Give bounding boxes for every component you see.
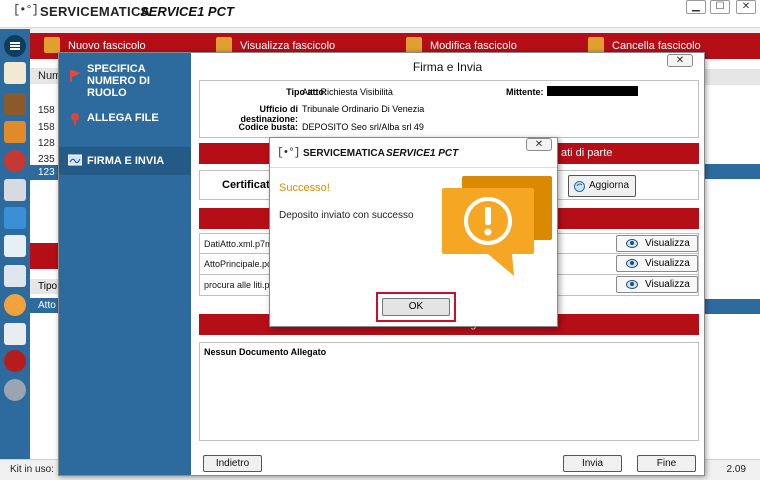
- step-firma-invia[interactable]: FIRMA E INVIA: [59, 147, 191, 175]
- list-item[interactable]: 158: [38, 122, 55, 133]
- view-folder-icon: [216, 37, 232, 53]
- user-icon[interactable]: [4, 150, 26, 172]
- popup-close-button[interactable]: ✕: [526, 138, 552, 151]
- alert-icon[interactable]: [4, 323, 26, 345]
- popup-product-name: SERVICE1 PCT: [386, 148, 459, 159]
- new-file-button[interactable]: Nuovo fascicolo: [68, 40, 146, 52]
- invia-button[interactable]: Invia: [563, 455, 622, 472]
- ufficio-label: Ufficio di destinazione:: [240, 104, 298, 124]
- record-icon[interactable]: [4, 350, 26, 372]
- gear-icon[interactable]: [4, 379, 26, 401]
- file-name: procura alle liti.p: [204, 280, 270, 290]
- version-label: 2.09: [726, 464, 746, 475]
- file-name: AttoPrincipale.pc: [204, 259, 272, 269]
- step-allega-file[interactable]: ALLEGA FILE: [59, 109, 191, 131]
- view-file-button[interactable]: Visualizza fascicolo: [240, 40, 335, 52]
- flag-icon: [70, 70, 81, 82]
- calculator-icon[interactable]: [4, 265, 26, 287]
- document-search-icon[interactable]: [4, 235, 26, 257]
- visualizza-button[interactable]: Visualizza: [616, 276, 698, 293]
- briefcase-icon[interactable]: [4, 121, 26, 143]
- delete-folder-icon: [588, 37, 604, 53]
- popup-header: [•°] SERVICEMATICA SERVICE1 PCT: [270, 138, 557, 168]
- eye-icon: [626, 239, 638, 248]
- pin-icon: [71, 113, 79, 125]
- codice-busta-value: DEPOSITO Seo srl/Alba srl 49: [302, 122, 424, 132]
- chat-icon[interactable]: [4, 207, 26, 229]
- allegati-list: Nessun Documento Allegato: [199, 342, 699, 441]
- signature-icon: [68, 154, 82, 166]
- ok-button[interactable]: OK: [382, 298, 450, 316]
- dialog-title: Firma e Invia: [412, 60, 483, 74]
- file-name: DatiAtto.xml.p7m: [204, 239, 273, 249]
- success-message: Deposito inviato con successo: [279, 210, 414, 221]
- background-right-strip: [704, 59, 760, 459]
- menu-icon[interactable]: [4, 35, 26, 57]
- list-item[interactable]: 128: [38, 138, 55, 149]
- certificate-label: Certificat: [222, 179, 270, 191]
- delete-file-button[interactable]: Cancella fascicolo: [612, 40, 701, 52]
- window-titlebar: [•°] SERVICEMATICA SERVICE1 PCT ▁ ☐ ✕: [0, 0, 760, 28]
- left-rail: [0, 29, 30, 459]
- lower-list-item-selected[interactable]: Atto: [30, 298, 58, 313]
- edit-folder-icon: [406, 37, 422, 53]
- codice-busta-label: Codice busta:: [238, 122, 298, 132]
- mittente-redacted: [547, 86, 638, 96]
- app-brand-name: SERVICEMATICA: [40, 4, 151, 19]
- list-item[interactable]: 158: [38, 105, 55, 116]
- background-section-bar: [30, 243, 58, 269]
- wizard-steps: SPECIFICA NUMERO DI RUOLO ALLEGA FILE FI…: [59, 53, 191, 475]
- success-heading: Successo!: [279, 182, 330, 194]
- exclamation-speech-bubble-icon: [442, 176, 552, 276]
- list-column-header: Num: [30, 68, 61, 84]
- popup-brand-name: SERVICEMATICA: [303, 148, 385, 159]
- cloud-upload-icon[interactable]: [4, 294, 26, 316]
- kit-status: Kit in uso:: [10, 464, 54, 475]
- popup-logo-icon: [•°]: [277, 147, 300, 159]
- computer-icon[interactable]: [4, 179, 26, 201]
- visualizza-button[interactable]: Visualizza: [616, 255, 698, 272]
- eye-icon: [626, 280, 638, 289]
- app-logo-icon: [•°]: [13, 3, 39, 17]
- edit-file-button[interactable]: Modifica fascicolo: [430, 40, 517, 52]
- notes-icon[interactable]: [4, 62, 26, 84]
- eye-icon: [626, 259, 638, 268]
- list-item[interactable]: 235: [38, 154, 55, 165]
- maximize-button[interactable]: ☐: [710, 0, 730, 14]
- success-popup: [•°] SERVICEMATICA SERVICE1 PCT ✕ Succes…: [269, 137, 558, 327]
- ok-highlight: OK: [376, 292, 456, 322]
- list-item-selected[interactable]: 123: [30, 165, 58, 180]
- wallet-icon[interactable]: [4, 93, 26, 115]
- visualizza-button[interactable]: Visualizza: [616, 235, 698, 252]
- mittente-label: Mittente:: [506, 87, 544, 97]
- ufficio-value: Tribunale Ordinario Di Venezia: [302, 104, 425, 114]
- dati-parte-title: ati di parte: [561, 147, 613, 159]
- refresh-icon: [574, 181, 585, 192]
- minimize-button[interactable]: ▁: [686, 0, 706, 14]
- fine-button[interactable]: Fine: [637, 455, 696, 472]
- new-folder-icon: [44, 37, 60, 53]
- dialog-close-button[interactable]: ✕: [667, 54, 693, 67]
- indietro-button[interactable]: Indietro: [203, 455, 262, 472]
- step-specifica-numero-ruolo[interactable]: SPECIFICA NUMERO DI RUOLO: [59, 63, 191, 99]
- app-product-name: SERVICE1 PCT: [140, 4, 234, 19]
- close-window-button[interactable]: ✕: [736, 0, 756, 14]
- lower-list-header: Tipo: [30, 279, 58, 294]
- allegati-empty: Nessun Documento Allegato: [204, 347, 327, 357]
- aggiorna-button[interactable]: Aggiorna: [568, 175, 636, 197]
- tipo-atto-value: Atto Richiesta Visibilità: [302, 87, 393, 97]
